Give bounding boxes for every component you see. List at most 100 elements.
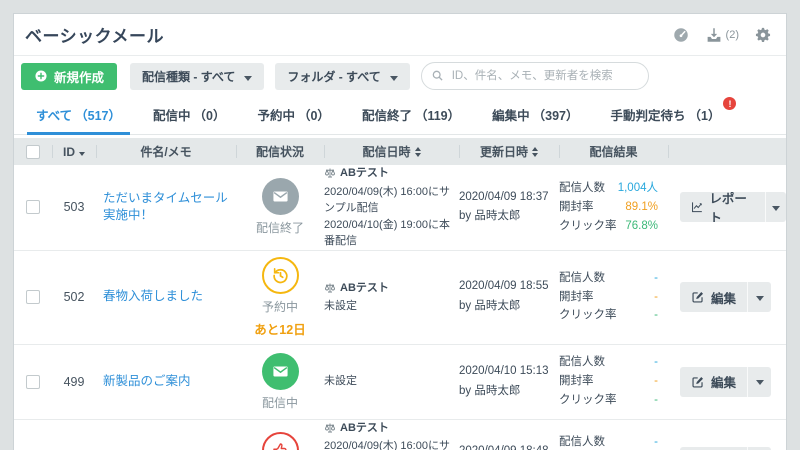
action-menu-button[interactable] <box>765 192 786 222</box>
status-cell: 配信中 <box>236 347 324 417</box>
tab-editing[interactable]: 編集中 （397） <box>483 96 587 134</box>
edit-button[interactable]: 編集 <box>680 367 747 397</box>
ab-test-label: ABテスト <box>340 281 389 294</box>
action-cell: 編集 <box>668 282 786 312</box>
tab-scheduled[interactable]: 予約中 （0） <box>248 96 338 134</box>
report-label: レポート <box>709 192 747 223</box>
table-header: ID 件名/メモ 配信状況 配信日時 更新日時 配信結果 <box>14 138 786 165</box>
folder-label: フォルダ - すべて <box>287 69 381 84</box>
table-row: 496 コンセプトのご紹介 手動判定待ち ABテスト 2020/04/09(木)… <box>14 420 786 450</box>
scheduled-clock-icon <box>261 256 299 294</box>
updated-at: 2020/04/10 15:13 <box>459 364 549 377</box>
updated-cell: 2020/04/09 18:55 by 品時太郎 <box>459 277 559 316</box>
result-values: 1,004人 89.1% 76.8% <box>617 179 658 236</box>
tab-all[interactable]: すべて （517） <box>27 96 130 135</box>
edit-label: 編集 <box>711 376 737 390</box>
results-cell: 配信人数 開封率 クリック率 - - - <box>559 269 668 326</box>
delivery-type-dropdown[interactable]: 配信種類 - すべて <box>130 62 265 90</box>
ab-test-label: ABテスト <box>340 167 389 179</box>
new-mail-button[interactable]: 新規作成 <box>21 62 118 90</box>
header-id[interactable]: ID <box>52 138 96 165</box>
chevron-down-icon <box>771 205 780 211</box>
search-box <box>420 62 649 90</box>
schedule-line: 2020/04/09(木) 16:00にサンプル配信 <box>324 440 450 450</box>
sort-desc-icon <box>79 151 85 156</box>
dashboard-gauge-icon[interactable] <box>672 26 690 44</box>
chevron-down-icon <box>755 295 764 301</box>
open-rate-value: - <box>654 290 658 303</box>
action-menu-button[interactable] <box>748 367 771 397</box>
tab-delivering[interactable]: 配信中 （0） <box>144 96 234 134</box>
tab-manual-judge[interactable]: 手動判定待ち （1） ! <box>602 96 737 134</box>
download-tray-icon[interactable]: (2) <box>705 26 739 44</box>
row-checkbox[interactable] <box>26 290 40 304</box>
gear-icon[interactable] <box>754 26 772 44</box>
plus-circle-icon <box>34 69 48 83</box>
header-actions <box>668 138 786 165</box>
updated-at: 2020/04/09 18:37 <box>459 190 549 203</box>
header-status-label: 配信状況 <box>255 145 304 159</box>
result-labels: 配信人数 開封率 クリック率 <box>559 433 617 450</box>
updated-at: 2020/04/09 18:55 <box>459 280 549 293</box>
folder-dropdown[interactable]: フォルダ - すべて <box>275 62 410 90</box>
row-checkbox[interactable] <box>26 200 40 215</box>
tab-finished[interactable]: 配信終了 （119） <box>353 96 469 134</box>
status-cell: 予約中 あと12日 <box>236 251 324 344</box>
tab-label: 配信中 <box>153 109 191 123</box>
row-checkbox[interactable] <box>26 374 40 389</box>
edit-button[interactable]: 編集 <box>680 282 747 312</box>
status-tabs: すべて （517） 配信中 （0） 予約中 （0） 配信終了 （119） 編集中 （397… <box>14 96 786 135</box>
tab-label: 予約中 <box>257 109 295 123</box>
table-row: 499 新製品のご案内 配信中 未設定 2020/04/10 15:13 by … <box>14 345 786 420</box>
tab-count: （397） <box>532 109 579 123</box>
open-rate-value: 89.1% <box>625 200 658 213</box>
recipients-value: - <box>654 436 658 449</box>
balance-scale-icon <box>325 168 335 178</box>
action-menu-button[interactable] <box>748 282 771 312</box>
recipients-label: 配信人数 <box>559 271 605 284</box>
status-label: 配信中 <box>261 395 298 410</box>
open-rate-label: 開封率 <box>559 290 594 303</box>
table-row: 503 ただいまタイムセール実施中！ 配信終了 ABテスト 2020/04/09… <box>14 165 786 251</box>
edit-button-group: 編集 <box>680 282 772 312</box>
tab-label: 手動判定待ち <box>610 109 686 123</box>
delivery-type-label: 配信種類 - すべて <box>142 69 236 84</box>
tab-count: （1） <box>688 109 721 123</box>
updated-cell: 2020/04/09 18:37 by 品時太郎 <box>459 188 559 227</box>
click-rate-label: クリック率 <box>559 309 617 322</box>
mail-id: 503 <box>63 200 85 215</box>
updated-cell: 2020/04/09 18:48 by 品時太郎 <box>459 442 559 450</box>
header-id-label: ID <box>63 144 75 159</box>
subject-link[interactable]: 春物入荷しました <box>96 288 236 306</box>
report-button[interactable]: レポート <box>680 192 765 222</box>
header-delivery[interactable]: 配信日時 <box>324 138 459 165</box>
chevron-down-icon <box>389 75 398 81</box>
search-input[interactable] <box>420 62 649 90</box>
header-updated[interactable]: 更新日時 <box>459 138 559 165</box>
schedule-line: 未設定 <box>324 375 357 388</box>
result-values: - - - <box>617 433 658 450</box>
tab-label: すべて <box>36 109 73 123</box>
updated-by: by 品時太郎 <box>459 384 521 397</box>
open-rate-label: 開封率 <box>559 200 594 213</box>
header-subject: 件名/メモ <box>96 138 236 165</box>
recipients-value: - <box>654 356 658 369</box>
row-checkbox-cell <box>14 200 52 215</box>
recipients-label: 配信人数 <box>559 181 605 194</box>
results-cell: 配信人数 開封率 クリック率 - - - <box>559 353 668 410</box>
header-checkbox-cell <box>14 138 52 165</box>
table-row: 502 春物入荷しました 予約中 あと12日 ABテスト 未設定 2020/04… <box>14 251 786 345</box>
schedule-cell: ABテスト 2020/04/09(木) 16:00にサンプル配信 2020/04… <box>324 165 459 250</box>
schedule-cell: ABテスト 2020/04/09(木) 16:00にサンプル配信 本番配信有効期… <box>324 420 459 450</box>
subject-link[interactable]: 新製品のご案内 <box>96 373 236 391</box>
edit-button-group: 編集 <box>680 366 772 397</box>
sort-both-icon <box>414 146 421 157</box>
status-label: 予約中 <box>261 299 298 314</box>
results-cell: 配信人数 開封率 クリック率 - - - <box>559 433 668 450</box>
select-all-checkbox[interactable] <box>26 144 40 159</box>
subject-link[interactable]: ただいまタイムセール実施中！ <box>96 190 236 225</box>
result-values: - - - <box>617 353 658 410</box>
balance-scale-icon <box>325 423 335 433</box>
header-delivery-label: 配信日時 <box>362 145 411 159</box>
schedule-line: 2020/04/10(金) 19:00に本番配信 <box>324 218 450 248</box>
